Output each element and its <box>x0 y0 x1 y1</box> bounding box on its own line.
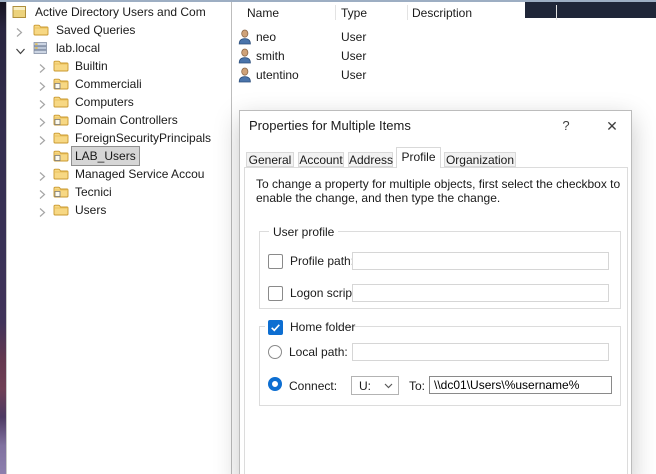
local-path-label: Local path: <box>289 345 348 360</box>
user-icon <box>238 29 252 45</box>
expand-arrow-icon[interactable] <box>38 135 47 146</box>
folder-icon <box>53 131 69 144</box>
tree-item-label: Active Directory Users and Com <box>32 3 209 21</box>
expand-arrow-icon[interactable] <box>38 117 47 128</box>
tree-item-commerciali[interactable]: Commerciali <box>7 75 231 93</box>
object-name: utentino <box>256 66 299 84</box>
tab-profile[interactable]: Profile <box>396 147 441 168</box>
logon-script-checkbox[interactable] <box>268 286 283 301</box>
tree-item-label: lab.local <box>53 39 103 57</box>
ou-folder-icon <box>53 185 69 198</box>
tree-item-lab-users[interactable]: LAB_Users <box>7 147 231 165</box>
tree-item-label: Commerciali <box>72 75 145 93</box>
tree-item-domain-controllers[interactable]: Domain Controllers <box>7 111 231 129</box>
column-header-name[interactable]: Name <box>247 5 279 21</box>
column-separator[interactable] <box>335 5 336 20</box>
home-folder-group: Home folder Local path: Connect: U: To: … <box>259 326 621 406</box>
dialog-description: To change a property for multiple object… <box>256 177 620 205</box>
close-icon[interactable]: ✕ <box>601 115 623 137</box>
object-name: neo <box>256 28 276 46</box>
expand-arrow-icon[interactable] <box>38 81 47 92</box>
tree-item-users[interactable]: Users <box>7 201 231 219</box>
help-button[interactable]: ? <box>555 115 577 137</box>
tree-item-label: Computers <box>72 93 137 111</box>
expand-arrow-icon[interactable] <box>38 63 47 74</box>
console-root-icon <box>12 5 27 19</box>
tab-account[interactable]: Account <box>298 152 344 167</box>
collapse-arrow-icon[interactable] <box>15 47 26 56</box>
user-icon <box>238 67 252 83</box>
tree-item-label: Saved Queries <box>53 21 138 39</box>
logon-script-input[interactable] <box>352 284 609 302</box>
tree-item-label: Users <box>72 201 109 219</box>
tree-item-label: Builtin <box>72 57 111 75</box>
dialog-title: Properties for Multiple Items <box>249 118 411 133</box>
user-icon <box>238 48 252 64</box>
connect-path-input[interactable]: \\dc01\Users\%username% <box>429 376 612 394</box>
object-name: smith <box>256 47 285 65</box>
object-type: User <box>341 66 366 84</box>
object-type: User <box>341 28 366 46</box>
tree-item-label: LAB_Users <box>72 147 139 165</box>
folder-icon <box>53 167 69 180</box>
expand-arrow-icon[interactable] <box>38 99 47 110</box>
drive-letter-select[interactable]: U: <box>351 376 399 395</box>
profile-path-label: Profile path: <box>290 254 354 269</box>
tree-item-label: Tecnici <box>72 183 115 201</box>
connect-label: Connect: <box>289 379 337 394</box>
folder-icon <box>53 203 69 216</box>
domain-icon <box>33 41 48 55</box>
panel-separator[interactable] <box>231 2 232 474</box>
local-path-input[interactable] <box>352 343 609 361</box>
tree-item-managed-service-accou[interactable]: Managed Service Accou <box>7 165 231 183</box>
tree-item-active-directory-users-and-com[interactable]: Active Directory Users and Com <box>7 3 231 21</box>
tree-item-label: ForeignSecurityPrincipals <box>72 129 214 147</box>
expand-arrow-icon[interactable] <box>38 189 47 200</box>
expand-arrow-icon[interactable] <box>15 27 24 38</box>
column-header-description[interactable]: Description <box>412 5 472 21</box>
ou-folder-icon <box>53 149 69 162</box>
folder-icon <box>53 95 69 108</box>
logon-script-label: Logon script: <box>290 286 359 301</box>
tree-item-computers[interactable]: Computers <box>7 93 231 111</box>
home-folder-checkbox[interactable] <box>268 320 283 335</box>
to-label: To: <box>409 379 425 394</box>
column-separator[interactable] <box>407 5 408 20</box>
properties-dialog: Properties for Multiple Items ? ✕ Genera… <box>239 110 632 474</box>
tree-item-tecnici[interactable]: Tecnici <box>7 183 231 201</box>
ou-folder-icon <box>53 113 69 126</box>
user-profile-group: User profile Profile path: Logon script: <box>259 231 621 309</box>
checkmark-icon <box>269 321 282 334</box>
folder-icon <box>53 59 69 72</box>
aduc-window: Active Directory Users and ComSaved Quer… <box>0 0 656 474</box>
drive-letter-value: U: <box>359 379 371 393</box>
tree-item-label: Managed Service Accou <box>72 165 207 183</box>
connect-radio[interactable] <box>268 377 282 391</box>
tree-item-foreignsecurityprincipals[interactable]: ForeignSecurityPrincipals <box>7 129 231 147</box>
column-header-type[interactable]: Type <box>341 5 367 21</box>
folder-icon <box>33 23 49 36</box>
tree-item-builtin[interactable]: Builtin <box>7 57 231 75</box>
tab-address[interactable]: Address <box>348 152 393 167</box>
expand-arrow-icon[interactable] <box>38 207 47 218</box>
tree-item-label: Domain Controllers <box>72 111 181 129</box>
profile-path-input[interactable] <box>352 252 609 270</box>
console-tree-panel: Active Directory Users and ComSaved Quer… <box>7 2 231 474</box>
ou-folder-icon <box>53 77 69 90</box>
user-profile-group-label: User profile <box>269 225 338 239</box>
object-type: User <box>341 47 366 65</box>
home-folder-label: Home folder <box>290 320 355 335</box>
expand-arrow-icon[interactable] <box>38 171 47 182</box>
tree-item-saved-queries[interactable]: Saved Queries <box>7 21 231 39</box>
tree-item-lab-local[interactable]: lab.local <box>7 39 231 57</box>
local-path-radio[interactable] <box>268 345 282 359</box>
profile-path-checkbox[interactable] <box>268 254 283 269</box>
chevron-down-icon <box>384 383 393 389</box>
tab-general[interactable]: General <box>246 152 294 167</box>
tab-organization[interactable]: Organization <box>444 152 516 167</box>
column-separator[interactable] <box>556 5 557 20</box>
